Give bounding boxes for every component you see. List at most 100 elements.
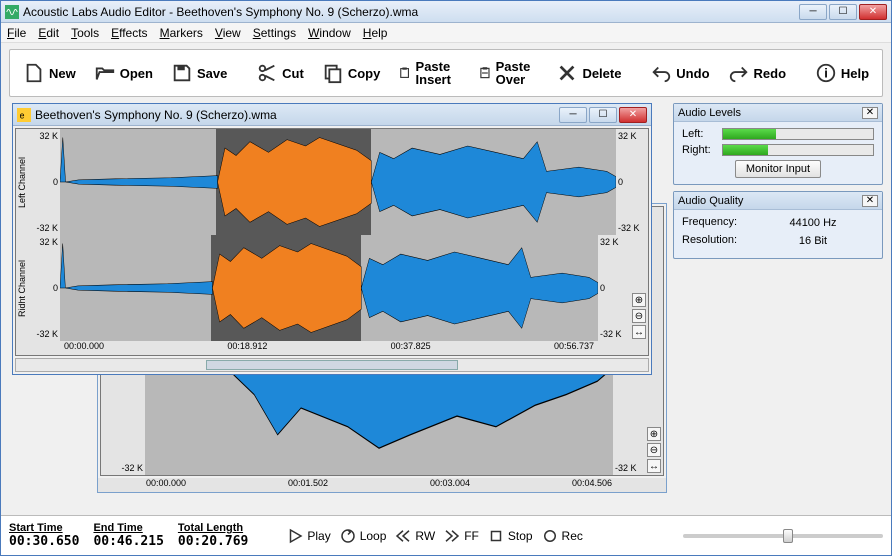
amplitude-scale-right-l: 32 K0-32 K xyxy=(28,235,60,341)
panel-close-button[interactable]: ✕ xyxy=(862,107,878,119)
channel-label-left: Left Channel xyxy=(16,129,28,235)
active-document-window[interactable]: e Beethoven's Symphony No. 9 (Scherzo).w… xyxy=(12,103,652,375)
record-icon xyxy=(541,527,559,545)
help-button[interactable]: iHelp xyxy=(808,57,876,89)
mdi-area: Ridht Channel 32 K0-32 K 32 K0-32 K ⊕ ⊖ … xyxy=(9,103,667,515)
waveform-left-channel[interactable] xyxy=(60,129,616,235)
maximize-button[interactable]: ☐ xyxy=(829,4,857,20)
audio-levels-panel: Audio Levels✕ Left: Right: Monitor Input xyxy=(673,103,883,185)
close-button[interactable]: ✕ xyxy=(859,4,887,20)
copy-button[interactable]: Copy xyxy=(315,57,388,89)
position-slider[interactable] xyxy=(683,534,883,538)
transport-bar: Start Time00:30.650 End Time00:46.215 To… xyxy=(1,515,891,555)
titlebar: Acoustic Labs Audio Editor - Beethoven's… xyxy=(1,1,891,23)
delete-button[interactable]: Delete xyxy=(549,57,628,89)
waveform-right-svg xyxy=(60,235,598,341)
rewind-icon xyxy=(394,527,412,545)
zoom-fit-button[interactable]: ↔ xyxy=(632,325,646,339)
doc-icon: e xyxy=(17,108,31,122)
left-meter xyxy=(722,128,874,140)
fastforward-button[interactable]: FF xyxy=(443,527,479,545)
zoom-in-button[interactable]: ⊕ xyxy=(632,293,646,307)
time-ruler: 00:00.00000:01.50200:03.00400:04.506 xyxy=(98,478,666,492)
horizontal-scrollbar[interactable] xyxy=(15,358,649,372)
svg-text:i: i xyxy=(824,66,828,81)
document-title: Beethoven's Symphony No. 9 (Scherzo).wma xyxy=(35,108,559,122)
time-ruler: 00:00.00000:18.91200:37.82500:56.737 xyxy=(16,341,648,355)
menu-window[interactable]: Window xyxy=(308,26,351,40)
ff-icon xyxy=(443,527,461,545)
window-title: Acoustic Labs Audio Editor - Beethoven's… xyxy=(23,5,799,19)
menu-markers[interactable]: Markers xyxy=(160,26,203,40)
play-button[interactable]: Play xyxy=(286,527,330,545)
doc-minimize-button[interactable]: ─ xyxy=(559,107,587,123)
waveform-area: Left Channel 32 K0-32 K 32 K0-32 K xyxy=(15,128,649,356)
folder-open-icon xyxy=(94,62,116,84)
undo-button[interactable]: Undo xyxy=(643,57,716,89)
redo-button[interactable]: Redo xyxy=(721,57,794,89)
main-window: Acoustic Labs Audio Editor - Beethoven's… xyxy=(0,0,892,556)
slider-knob[interactable] xyxy=(783,529,793,543)
scissors-icon xyxy=(256,62,278,84)
undo-icon xyxy=(650,62,672,84)
menu-view[interactable]: View xyxy=(215,26,241,40)
paste-over-button[interactable]: Paste Over xyxy=(471,55,546,91)
floppy-icon xyxy=(171,62,193,84)
right-meter-fill xyxy=(723,145,768,155)
doc-close-button[interactable]: ✕ xyxy=(619,107,647,123)
left-label: Left: xyxy=(682,128,718,140)
resolution-value: 16 Bit xyxy=(752,234,874,248)
frequency-value: 44100 Hz xyxy=(752,216,874,230)
panel-title: Audio Levels xyxy=(678,107,862,119)
channel-label-right: Ridht Channel xyxy=(16,235,28,341)
zoom-out-button[interactable]: ⊖ xyxy=(632,309,646,323)
panel-close-button[interactable]: ✕ xyxy=(862,195,878,207)
menu-settings[interactable]: Settings xyxy=(253,26,296,40)
play-icon xyxy=(286,527,304,545)
x-icon xyxy=(556,62,578,84)
menu-file[interactable]: File xyxy=(7,26,26,40)
new-button[interactable]: New xyxy=(16,57,83,89)
zoom-fit-button[interactable]: ↔ xyxy=(647,459,661,473)
zoom-out-button[interactable]: ⊖ xyxy=(647,443,661,457)
start-time-field: Start Time00:30.650 xyxy=(9,522,79,549)
menu-edit[interactable]: Edit xyxy=(38,26,59,40)
rewind-button[interactable]: RW xyxy=(394,527,435,545)
monitor-input-button[interactable]: Monitor Input xyxy=(735,160,821,178)
loop-button[interactable]: Loop xyxy=(339,527,387,545)
menu-help[interactable]: Help xyxy=(363,26,388,40)
amplitude-scale-left-r: 32 K0-32 K xyxy=(616,129,648,235)
svg-text:e: e xyxy=(20,110,25,120)
cut-button[interactable]: Cut xyxy=(249,57,311,89)
file-icon xyxy=(23,62,45,84)
side-panels: Audio Levels✕ Left: Right: Monitor Input… xyxy=(673,103,883,515)
loop-icon xyxy=(339,527,357,545)
amplitude-scale-left: 32 K0-32 K xyxy=(28,129,60,235)
save-button[interactable]: Save xyxy=(164,57,234,89)
right-label: Right: xyxy=(682,144,718,156)
resolution-label: Resolution: xyxy=(682,234,752,248)
panel-title: Audio Quality xyxy=(678,195,862,207)
menu-effects[interactable]: Effects xyxy=(111,26,147,40)
copy-icon xyxy=(322,62,344,84)
total-length-field: Total Length00:20.769 xyxy=(178,522,248,549)
minimize-button[interactable]: ─ xyxy=(799,4,827,20)
menu-tools[interactable]: Tools xyxy=(71,26,99,40)
redo-icon xyxy=(728,62,750,84)
waveform-right-channel[interactable] xyxy=(60,235,598,341)
info-icon: i xyxy=(815,62,837,84)
paste-insert-button[interactable]: Paste Insert xyxy=(391,55,466,91)
doc-maximize-button[interactable]: ☐ xyxy=(589,107,617,123)
stop-button[interactable]: Stop xyxy=(487,527,533,545)
paste-insert-icon xyxy=(398,62,411,84)
end-time-field: End Time00:46.215 xyxy=(93,522,163,549)
zoom-in-button[interactable]: ⊕ xyxy=(647,427,661,441)
amplitude-scale-right-r: 32 K0-32 K xyxy=(598,235,630,341)
toolbar: New Open Save Cut Copy Paste Insert Past… xyxy=(9,49,883,97)
record-button[interactable]: Rec xyxy=(541,527,583,545)
stop-icon xyxy=(487,527,505,545)
waveform-left-svg xyxy=(60,129,616,235)
left-meter-fill xyxy=(723,129,776,139)
scrollbar-thumb[interactable] xyxy=(206,360,459,370)
open-button[interactable]: Open xyxy=(87,57,160,89)
